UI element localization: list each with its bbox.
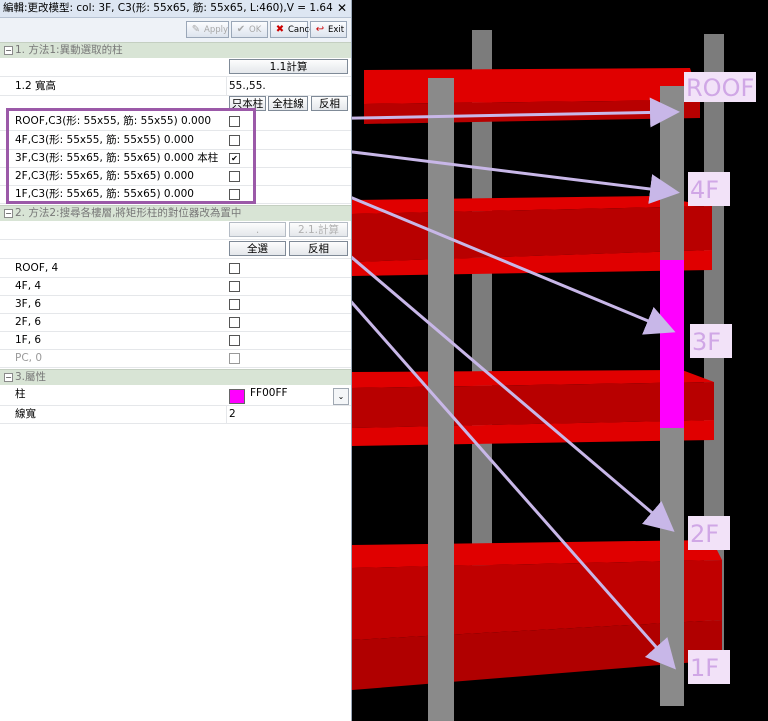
list-item[interactable]: 3F, 6 [0, 295, 351, 314]
svg-text:1F: 1F [690, 654, 719, 682]
selection-buttons-row: 只本柱 全柱線 反相 [0, 95, 351, 113]
floor-item-label: PC, 0 [15, 352, 43, 364]
size-label: 1.2 寬高 [15, 80, 57, 92]
list-item[interactable]: 3F,C3(形: 55x65, 筋: 55x65) 0.000 本柱 ✔ [0, 149, 351, 168]
collapse-icon[interactable]: − [4, 46, 13, 55]
svg-text:3F: 3F [692, 328, 721, 356]
column-checkbox[interactable] [229, 189, 240, 200]
column-item-label: 3F,C3(形: 55x65, 筋: 55x65) 0.000 本柱 [15, 152, 219, 164]
section-attributes-header[interactable]: − 3.屬性 [0, 369, 351, 385]
column-3f-highlighted[interactable] [660, 260, 684, 428]
3d-model-viewport[interactable]: ROOF 4F 3F 2F 1F [352, 0, 768, 721]
column-item-label: 4F,C3(形: 55x55, 筋: 55x55) 0.000 [15, 134, 194, 146]
all-column-line-button[interactable]: 全柱線 [268, 96, 308, 111]
floor-item-label: 2F, 6 [15, 316, 42, 328]
cancel-button[interactable]: ✖ Cancel [270, 21, 317, 38]
svg-text:4F: 4F [690, 176, 719, 204]
section-method2-header[interactable]: − 2. 方法2:搜尋各樓層,將矩形柱的對位器改為置中 [0, 205, 351, 221]
color-swatch[interactable] [229, 389, 245, 404]
dot-button[interactable]: . [229, 222, 286, 237]
check-icon: ✔ [236, 24, 246, 35]
list-item[interactable]: 4F,C3(形: 55x55, 筋: 55x55) 0.000 [0, 131, 351, 150]
apply-icon: ✎ [191, 24, 201, 35]
close-icon[interactable]: ✕ [337, 0, 347, 17]
section-method1-header[interactable]: − 1. 方法1:異動選取的柱 [0, 42, 351, 58]
svg-text:ROOF: ROOF [686, 74, 754, 102]
floor-label-3f: 3F [690, 324, 732, 358]
column-color-row: 柱 [0, 385, 351, 406]
beams-3f [352, 370, 714, 446]
select-buttons-row: 全選 反相 [0, 240, 351, 259]
column-checkbox[interactable] [229, 171, 240, 182]
window-title: 編輯:更改模型: col: 3F, C3(形: 55x65, 筋: 55x65,… [3, 2, 333, 14]
invert-button-2[interactable]: 反相 [289, 241, 348, 256]
calc-1-1-button[interactable]: 1.1計算 [229, 59, 348, 74]
size-row: 1.2 寬高 55.,55. [0, 77, 351, 96]
cancel-icon: ✖ [275, 24, 285, 35]
list-item: PC, 0 [0, 349, 351, 368]
floor-label-1f: 1F [688, 650, 730, 684]
toolbar: ✎ Apply ✔ OK ✖ Cancel ↩ Exit [0, 18, 351, 43]
svg-text:2F: 2F [690, 520, 719, 548]
column-item-label: 2F,C3(形: 55x65, 筋: 55x65) 0.000 [15, 170, 194, 182]
list-item[interactable]: 4F, 4 [0, 277, 351, 296]
floor-item-label: 1F, 6 [15, 334, 42, 346]
collapse-icon[interactable]: − [4, 209, 13, 218]
floor-checkbox[interactable] [229, 317, 240, 328]
select-all-button[interactable]: 全選 [229, 241, 286, 256]
apply-button[interactable]: ✎ Apply [186, 21, 229, 38]
floor-label-roof: ROOF [684, 72, 756, 102]
calc-row-2: . 2.1.計算 [0, 221, 351, 240]
column-checkbox-checked[interactable]: ✔ [229, 153, 240, 164]
list-item[interactable]: 1F,C3(形: 55x65, 筋: 55x65) 0.000 [0, 185, 351, 204]
column-checkbox[interactable] [229, 116, 240, 127]
floor-label-4f: 4F [688, 172, 730, 206]
floor-checkbox-disabled [229, 353, 240, 364]
exit-button[interactable]: ↩ Exit [310, 21, 347, 38]
floor-checkbox[interactable] [229, 335, 240, 346]
invert-button[interactable]: 反相 [311, 96, 348, 111]
floor-checkbox[interactable] [229, 281, 240, 292]
ok-button[interactable]: ✔ OK [231, 21, 268, 38]
size-value[interactable]: 55.,55. [229, 77, 266, 95]
calc-row: 1.1計算 [0, 58, 351, 77]
beams-4f [352, 196, 712, 276]
list-item[interactable]: ROOF,C3(形: 55x55, 筋: 55x55) 0.000 [0, 112, 351, 131]
column-color-label: 柱 [15, 388, 26, 400]
window-titlebar: 編輯:更改模型: col: 3F, C3(形: 55x65, 筋: 55x65,… [0, 0, 351, 18]
column-checkbox[interactable] [229, 135, 240, 146]
floor-item-label: 4F, 4 [15, 280, 42, 292]
line-width-row: 線寬 2 [0, 405, 351, 424]
chevron-down-icon[interactable]: ⌄ [333, 388, 349, 405]
properties-panel: 編輯:更改模型: col: 3F, C3(形: 55x65, 筋: 55x65,… [0, 0, 352, 721]
floor-checkbox[interactable] [229, 263, 240, 274]
this-column-button[interactable]: 只本柱 [229, 96, 266, 111]
list-item[interactable]: ROOF, 4 [0, 259, 351, 278]
floor-item-label: ROOF, 4 [15, 262, 59, 274]
calc-2-1-button[interactable]: 2.1.計算 [289, 222, 348, 237]
list-item[interactable]: 2F,C3(形: 55x65, 筋: 55x65) 0.000 [0, 167, 351, 186]
list-item[interactable]: 1F, 6 [0, 331, 351, 350]
color-hex-value[interactable]: FF00FF [250, 387, 288, 399]
exit-icon: ↩ [315, 24, 325, 35]
floor-item-label: 3F, 6 [15, 298, 42, 310]
column-item-label: ROOF,C3(形: 55x55, 筋: 55x55) 0.000 [15, 115, 212, 127]
line-width-value[interactable]: 2 [229, 405, 236, 423]
column-front-left [428, 78, 454, 721]
line-width-label: 線寬 [15, 408, 36, 420]
list-item[interactable]: 2F, 6 [0, 313, 351, 332]
collapse-icon[interactable]: − [4, 373, 13, 382]
floor-checkbox[interactable] [229, 299, 240, 310]
column-item-label: 1F,C3(形: 55x65, 筋: 55x65) 0.000 [15, 188, 194, 200]
floor-label-2f: 2F [688, 516, 730, 550]
